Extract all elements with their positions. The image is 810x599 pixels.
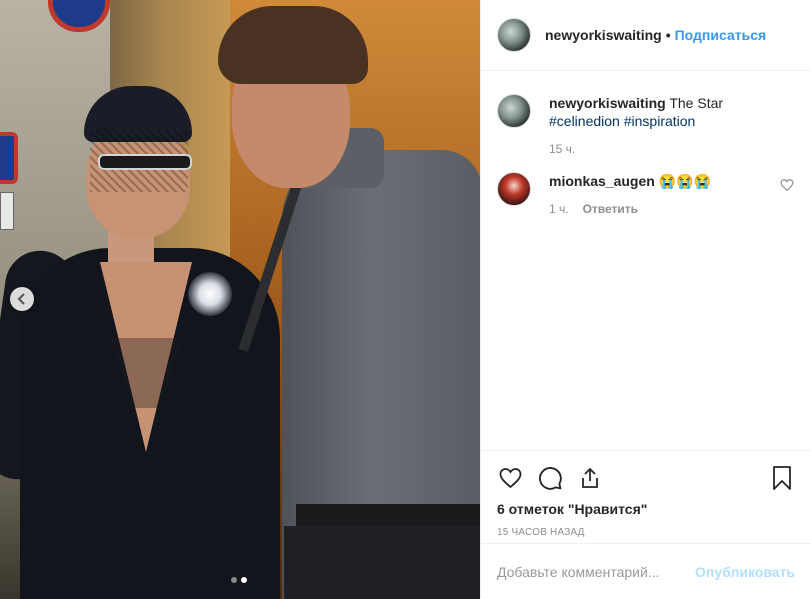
comment-button[interactable] [537, 465, 563, 491]
heart-icon [499, 468, 521, 489]
carousel-prev-button[interactable] [10, 287, 34, 311]
hashtag-link[interactable]: #inspiration [624, 113, 696, 129]
carousel-dot [231, 577, 237, 583]
comment-item: mionkas_augen 😭😭😭 1 ч. Ответить [497, 172, 794, 216]
like-button[interactable] [497, 465, 523, 491]
comment-body: mionkas_augen 😭😭😭 1 ч. Ответить [549, 172, 780, 216]
author-username[interactable]: newyorkiswaiting [545, 27, 662, 43]
commenter-avatar[interactable] [497, 172, 531, 206]
caption-time[interactable]: 15 ч. [549, 142, 575, 156]
caption-text: newyorkiswaiting The Star #celinedion #i… [549, 94, 794, 130]
comment-username[interactable]: mionkas_augen [549, 173, 655, 189]
comments-list: newyorkiswaiting The Star #celinedion #i… [481, 94, 810, 216]
share-button[interactable] [577, 465, 603, 491]
caption-message: The Star [669, 95, 724, 111]
caption-body: newyorkiswaiting The Star #celinedion #i… [549, 94, 794, 156]
caption-meta: 15 ч. [549, 142, 794, 156]
comment-like-icon[interactable] [780, 178, 794, 192]
hashtag-link[interactable]: #celinedion [549, 113, 620, 129]
post-timestamp[interactable]: 15 ЧАСОВ НАЗАД [497, 527, 795, 538]
comment-message: 😭😭😭 [658, 173, 712, 189]
comment-input[interactable] [497, 563, 696, 580]
post-side-panel: newyorkiswaiting • Подписаться newyorkis… [480, 0, 810, 599]
carousel-dot-active [241, 577, 247, 583]
publish-button[interactable]: Опубликовать [695, 564, 795, 580]
comment-meta: 1 ч. Ответить [549, 202, 780, 216]
photo-man-pants [284, 526, 480, 599]
carousel-indicator [231, 577, 247, 583]
photo-street-plate [0, 192, 14, 230]
post-photo [0, 0, 480, 599]
photo-no-entry-sign [0, 132, 18, 184]
caption-username[interactable]: newyorkiswaiting [549, 95, 666, 111]
header-separator: • [665, 27, 671, 43]
photo-brooch [188, 272, 232, 316]
photo-woman-sunglasses [98, 154, 192, 170]
caption-item: newyorkiswaiting The Star #celinedion #i… [497, 94, 794, 156]
share-icon [582, 467, 598, 488]
comment-text: mionkas_augen 😭😭😭 [549, 172, 780, 190]
photo-man-belt [296, 504, 480, 526]
follow-button[interactable]: Подписаться [675, 27, 767, 43]
save-button[interactable] [769, 465, 795, 491]
bookmark-icon [773, 466, 791, 490]
post-header: newyorkiswaiting • Подписаться [481, 0, 810, 71]
chevron-left-icon [17, 293, 25, 305]
add-comment-bar: Опубликовать [481, 543, 810, 599]
post-actions: 6 отметок "Нравится" 15 ЧАСОВ НАЗАД [481, 450, 810, 538]
reply-button[interactable]: Ответить [583, 202, 638, 216]
comment-time[interactable]: 1 ч. [549, 202, 569, 216]
caption-avatar[interactable] [497, 94, 531, 128]
author-avatar[interactable] [497, 18, 531, 52]
photo-man-hair [218, 6, 368, 84]
action-icons [497, 461, 795, 495]
comment-icon [538, 466, 562, 490]
likes-count[interactable]: 6 отметок "Нравится" [497, 501, 795, 517]
